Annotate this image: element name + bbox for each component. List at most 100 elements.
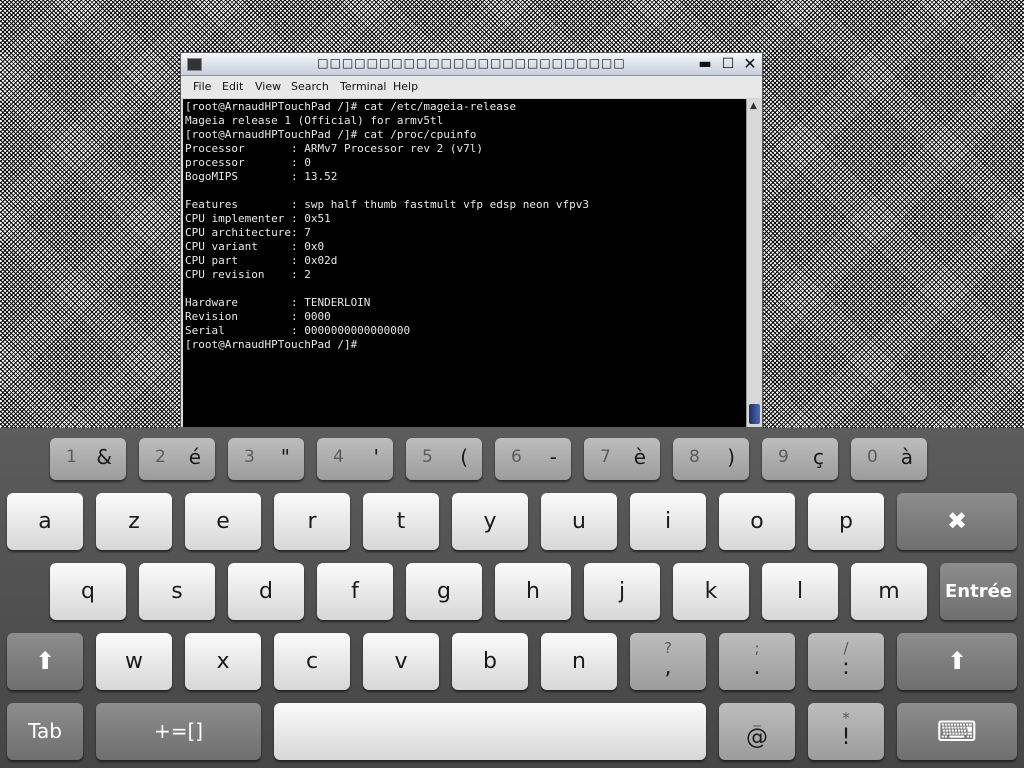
terminal-line: Features : swp half thumb fastmult vfp e…: [185, 198, 589, 211]
terminal-line: CPU part : 0x02d: [185, 254, 338, 267]
key-symbol: é: [188, 445, 201, 469]
key-q[interactable]: q: [50, 563, 126, 620]
key-7[interactable]: 7è: [584, 438, 660, 480]
key-4[interactable]: 4 ': [317, 438, 393, 480]
menu-help[interactable]: Help: [393, 80, 418, 93]
key-1[interactable]: 1 &: [50, 438, 126, 480]
key-at[interactable]: _ @: [719, 703, 795, 760]
minimize-button[interactable]: ▬: [696, 55, 714, 73]
key-symbol: ç: [813, 445, 824, 469]
terminal-output[interactable]: [root@ArnaudHPTouchPad /]# cat /etc/mage…: [183, 99, 746, 427]
hide-keyboard-key[interactable]: ⌨: [897, 703, 1017, 760]
key-c[interactable]: c: [274, 633, 350, 690]
terminal-window: □□□□□□□□□□□□□□□□□□□□□□□□□ ▬ ☐ ✕ File Edi…: [180, 52, 763, 428]
space-bar[interactable]: [274, 703, 706, 760]
key-g[interactable]: g: [406, 563, 482, 620]
key-digit: 8: [689, 447, 700, 467]
shift-key-right[interactable]: ⬆: [897, 633, 1017, 690]
shift-arrow-icon: ⬆: [946, 647, 968, 675]
symbols-key[interactable]: +=[]: [96, 703, 261, 760]
terminal-line: Processor : ARMv7 Processor rev 2 (v7l): [185, 142, 484, 155]
terminal-line: Revision : 0000: [185, 310, 331, 323]
menu-search[interactable]: Search: [291, 80, 329, 93]
key-bottom-symbol: !: [841, 725, 851, 750]
key-t[interactable]: t: [363, 493, 439, 550]
enter-key[interactable]: Entrée: [940, 563, 1017, 620]
maximize-button[interactable]: ☐: [719, 55, 737, 73]
key-n[interactable]: n: [541, 633, 617, 690]
terminal-line: CPU variant : 0x0: [185, 240, 325, 253]
key-8[interactable]: 8): [673, 438, 749, 480]
key-bottom-symbol: ,: [664, 655, 672, 680]
key-digit: 2: [155, 447, 166, 467]
key-a[interactable]: a: [7, 493, 83, 550]
scroll-up-arrow-icon[interactable]: ▲: [750, 101, 757, 111]
key-6[interactable]: 6-: [495, 438, 571, 480]
key-o[interactable]: o: [719, 493, 795, 550]
menu-edit[interactable]: Edit: [222, 80, 243, 93]
shift-arrow-icon: ⬆: [34, 647, 56, 675]
key-w[interactable]: w: [96, 633, 172, 690]
key-u[interactable]: u: [541, 493, 617, 550]
key-colon[interactable]: /:: [808, 633, 884, 690]
key-e[interactable]: e: [185, 493, 261, 550]
terminal-prompt-line: [root@ArnaudHPTouchPad /]#: [185, 338, 358, 351]
key-j[interactable]: j: [584, 563, 660, 620]
backspace-icon: ✖: [946, 507, 968, 535]
key-z[interactable]: z: [96, 493, 172, 550]
key-2[interactable]: 2é: [139, 438, 215, 480]
key-5[interactable]: 5(: [406, 438, 482, 480]
key-symbol: &: [96, 445, 112, 469]
title-bar[interactable]: □□□□□□□□□□□□□□□□□□□□□□□□□ ▬ ☐ ✕: [181, 53, 762, 76]
menu-bar: File Edit View Search Terminal Help: [181, 76, 762, 98]
terminal-line: Hardware : TENDERLOIN: [185, 296, 371, 309]
key-digit: 1: [66, 447, 77, 467]
terminal-line: BogoMIPS : 13.52: [185, 170, 338, 183]
key-v[interactable]: v: [363, 633, 439, 690]
key-i[interactable]: i: [630, 493, 706, 550]
menu-file[interactable]: File: [193, 80, 211, 93]
key-y[interactable]: y: [452, 493, 528, 550]
key-k[interactable]: k: [673, 563, 749, 620]
key-period[interactable]: ;.: [719, 633, 795, 690]
key-f[interactable]: f: [317, 563, 393, 620]
terminal-line: CPU architecture: 7: [185, 226, 311, 239]
window-title: □□□□□□□□□□□□□□□□□□□□□□□□□: [317, 56, 626, 70]
key-symbol: à: [900, 445, 913, 469]
key-exclamation[interactable]: *!: [808, 703, 884, 760]
key-0[interactable]: 0à: [851, 438, 927, 480]
key-r[interactable]: r: [274, 493, 350, 550]
close-button[interactable]: ✕: [741, 55, 759, 73]
tab-key[interactable]: Tab: [7, 703, 83, 760]
terminal-line: Serial : 0000000000000000: [185, 324, 411, 337]
key-x[interactable]: x: [185, 633, 261, 690]
key-symbol: (: [460, 445, 468, 469]
key-digit: 3: [244, 447, 255, 467]
scrollbar-thumb[interactable]: [749, 404, 760, 424]
key-p[interactable]: p: [808, 493, 884, 550]
key-h[interactable]: h: [495, 563, 571, 620]
key-digit: 9: [778, 447, 789, 467]
key-d[interactable]: d: [228, 563, 304, 620]
key-symbol: ": [280, 445, 290, 469]
key-symbol: è: [633, 445, 646, 469]
menu-view[interactable]: View: [255, 80, 281, 93]
terminal-line: processor : 0: [185, 156, 311, 169]
terminal-line: CPU revision : 2: [185, 268, 311, 281]
key-b[interactable]: b: [452, 633, 528, 690]
onscreen-keyboard: 1 & 2é 3 " 4 ' 5( 6- 7è 8) 9ç 0à a z e r t …: [0, 428, 1024, 768]
key-digit: 5: [422, 447, 433, 467]
backspace-key[interactable]: ✖: [897, 493, 1017, 550]
key-bottom-symbol: :: [842, 655, 850, 680]
key-l[interactable]: l: [762, 563, 838, 620]
key-m[interactable]: m: [851, 563, 927, 620]
key-symbol: -: [549, 445, 557, 469]
terminal-scrollbar[interactable]: ▲: [746, 99, 762, 427]
key-9[interactable]: 9ç: [762, 438, 838, 480]
key-symbol: ): [727, 445, 735, 469]
key-comma[interactable]: ?,: [630, 633, 706, 690]
menu-terminal[interactable]: Terminal: [340, 80, 387, 93]
key-s[interactable]: s: [139, 563, 215, 620]
key-3[interactable]: 3 ": [228, 438, 304, 480]
shift-key-left[interactable]: ⬆: [7, 633, 83, 690]
